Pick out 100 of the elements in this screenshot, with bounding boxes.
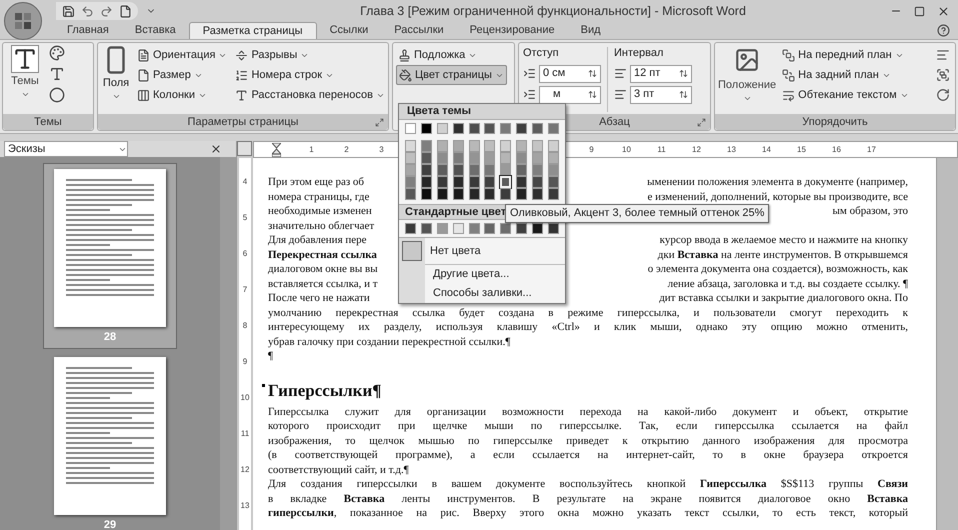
spacing-field[interactable]: 12 пт (630, 64, 692, 82)
color-swatch[interactable] (420, 223, 432, 234)
undo-icon[interactable] (81, 4, 94, 18)
color-swatch[interactable] (452, 140, 464, 152)
spinner-icon[interactable] (588, 90, 597, 99)
color-swatch[interactable] (468, 164, 480, 176)
color-swatch[interactable] (532, 152, 543, 164)
arrange-button[interactable]: Обтекание текстом (780, 85, 932, 105)
ribbon-tab[interactable]: Вид (568, 22, 614, 39)
spinner-icon[interactable] (679, 69, 688, 78)
color-swatch[interactable] (436, 152, 448, 164)
color-swatch[interactable] (548, 176, 559, 188)
color-swatch[interactable] (516, 176, 528, 188)
align-icon[interactable] (936, 48, 950, 62)
color-swatch[interactable] (548, 152, 559, 164)
color-swatch[interactable] (436, 164, 448, 176)
menu-item[interactable]: Нет цвета (399, 238, 565, 264)
menu-item[interactable]: Другие цвета... (399, 265, 565, 284)
color-swatch[interactable] (548, 188, 559, 200)
watermark-button[interactable]: Подложка (396, 45, 511, 65)
color-swatch[interactable] (500, 223, 512, 234)
color-swatch[interactable] (405, 123, 416, 134)
color-swatch[interactable] (500, 140, 512, 152)
ribbon-tab[interactable]: Вставка (122, 22, 189, 39)
color-swatch[interactable] (484, 123, 496, 134)
color-swatch[interactable] (420, 140, 432, 152)
close-icon[interactable] (937, 4, 950, 18)
dialog-launcher-icon[interactable] (697, 118, 706, 126)
theme-effects-icon[interactable] (49, 87, 65, 103)
color-swatch[interactable] (468, 140, 480, 152)
color-swatch[interactable] (516, 123, 528, 134)
dialog-launcher-icon[interactable] (375, 118, 384, 126)
page-setup-button[interactable]: Колонки (135, 85, 230, 105)
indent-field[interactable]: 0 см (539, 64, 601, 82)
color-swatch[interactable] (516, 140, 528, 152)
color-swatch[interactable] (436, 140, 448, 152)
color-swatch[interactable] (500, 123, 512, 134)
group-icon[interactable] (936, 68, 950, 82)
color-swatch[interactable] (405, 164, 416, 176)
color-swatch[interactable] (516, 164, 528, 176)
color-swatch[interactable] (405, 223, 416, 234)
spinner-icon[interactable] (679, 90, 688, 99)
spinner-icon[interactable] (588, 69, 597, 78)
ribbon-tab[interactable]: Разметка страницы (188, 22, 317, 39)
color-swatch[interactable] (405, 176, 416, 188)
color-swatch[interactable] (420, 123, 432, 134)
color-swatch[interactable] (436, 188, 448, 200)
color-swatch[interactable] (452, 123, 464, 134)
page-setup-button[interactable]: Номера строк (233, 65, 387, 85)
color-swatch[interactable] (484, 152, 496, 164)
color-swatch[interactable] (532, 140, 543, 152)
color-swatch[interactable] (532, 188, 543, 200)
color-swatch[interactable] (452, 152, 464, 164)
spacing-field[interactable]: 3 пт (630, 86, 692, 104)
color-swatch[interactable] (405, 188, 416, 200)
maximize-icon[interactable] (914, 6, 925, 16)
ribbon-tab[interactable]: Главная (54, 22, 122, 39)
color-swatch[interactable] (500, 164, 512, 176)
position-button[interactable]: Положение (718, 45, 776, 102)
arrange-button[interactable]: На задний план (780, 65, 932, 85)
color-swatch[interactable] (484, 223, 496, 234)
margins-button[interactable]: Поля (101, 45, 131, 100)
color-swatch[interactable] (468, 123, 480, 134)
color-swatch[interactable] (436, 223, 448, 234)
color-swatch[interactable] (452, 176, 464, 188)
menu-item[interactable]: Способы заливки... (399, 284, 565, 303)
page-setup-button[interactable]: Ориентация (135, 45, 230, 65)
new-document-icon[interactable] (119, 4, 132, 18)
color-swatch[interactable] (405, 152, 416, 164)
color-swatch[interactable] (484, 164, 496, 176)
indent-marker-icon[interactable] (272, 143, 281, 157)
color-swatch[interactable] (405, 140, 416, 152)
color-swatch[interactable] (484, 188, 496, 200)
color-swatch[interactable] (468, 188, 480, 200)
save-icon[interactable] (62, 4, 75, 18)
ribbon-tab[interactable]: Рецензирование (456, 22, 568, 39)
color-swatch[interactable] (532, 123, 543, 134)
ribbon-tab[interactable]: Рассылки (381, 22, 457, 39)
color-swatch[interactable] (436, 176, 448, 188)
color-swatch[interactable] (548, 140, 559, 152)
color-swatch[interactable] (548, 223, 559, 234)
theme-fonts-icon[interactable] (49, 66, 65, 82)
color-swatch[interactable] (452, 164, 464, 176)
color-swatch[interactable] (420, 164, 432, 176)
color-swatch[interactable] (420, 176, 432, 188)
color-swatch[interactable] (532, 164, 543, 176)
color-swatch[interactable] (516, 188, 528, 200)
page-setup-button[interactable]: Разрывы (233, 45, 387, 65)
color-swatch[interactable] (468, 176, 480, 188)
color-swatch[interactable] (532, 176, 543, 188)
color-swatch[interactable] (516, 152, 528, 164)
color-swatch[interactable] (468, 152, 480, 164)
color-swatch[interactable] (548, 123, 559, 134)
color-swatch[interactable] (484, 140, 496, 152)
indent-field[interactable]: м (539, 86, 601, 104)
page-color-button[interactable]: Цвет страницы (396, 65, 507, 85)
close-icon[interactable] (210, 143, 222, 155)
page-setup-button[interactable]: Расстановка переносов (233, 85, 387, 105)
color-swatch[interactable] (452, 223, 464, 234)
color-swatch[interactable] (532, 223, 543, 234)
